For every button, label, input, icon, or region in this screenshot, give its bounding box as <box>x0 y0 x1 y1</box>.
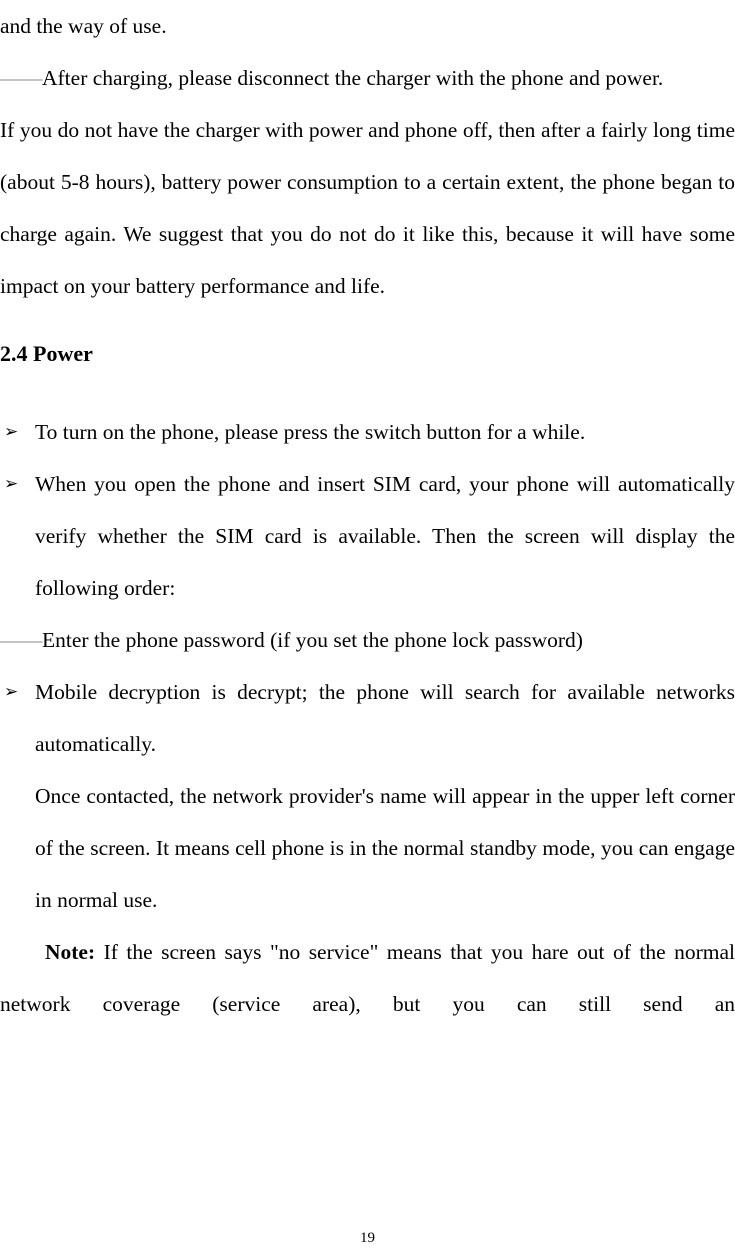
paragraph-once-contacted: Once contacted, the network provider's n… <box>35 784 735 912</box>
paragraph-and-the-way-of-use: and the way of use. <box>0 14 167 38</box>
paragraph-enter-phone-password: ——Enter the phone password (if you set t… <box>0 614 735 666</box>
paragraph-enter-phone-password-text: Enter the phone password (if you set the… <box>42 628 583 652</box>
page-content: and the way of use. ——After charging, pl… <box>0 0 735 1030</box>
list-item-turn-on-phone: ➢ To turn on the phone, please press the… <box>0 406 735 458</box>
em-dash-lead-in: —— <box>0 628 43 652</box>
spacer-before-heading <box>0 312 735 328</box>
list-item-when-you-open-phone-text: When you open the phone and insert SIM c… <box>35 472 735 600</box>
list-item-turn-on-phone-text: To turn on the phone, please press the s… <box>35 420 586 444</box>
paragraph-after-charging: ——After charging, please disconnect the … <box>0 52 735 104</box>
list-item-mobile-decryption-text: Mobile decryption is decrypt; the phone … <box>35 680 735 756</box>
section-heading-2-4-power: 2.4 Power <box>0 341 93 366</box>
spacer-after-heading <box>0 380 735 406</box>
paragraph-after-charging-text: After charging, please disconnect the ch… <box>42 66 664 90</box>
note-text: If the screen says "no service" means th… <box>0 940 735 1016</box>
em-dash-lead-in: —— <box>0 66 43 90</box>
list-item-mobile-decryption: ➢ Mobile decryption is decrypt; the phon… <box>0 666 735 770</box>
page-number: 19 <box>360 1230 375 1246</box>
document-page: and the way of use. ——After charging, pl… <box>0 0 735 1253</box>
note-label: Note: <box>45 940 96 964</box>
paragraph-note: Note: If the screen says "no service" me… <box>0 926 735 1030</box>
arrowhead-bullet-icon: ➢ <box>4 422 19 442</box>
paragraph-if-you-do-not-have-charger: If you do not have the charger with powe… <box>0 118 735 298</box>
arrowhead-bullet-icon: ➢ <box>4 682 19 702</box>
arrowhead-bullet-icon: ➢ <box>4 474 19 494</box>
list-item-when-you-open-phone: ➢ When you open the phone and insert SIM… <box>0 458 735 614</box>
